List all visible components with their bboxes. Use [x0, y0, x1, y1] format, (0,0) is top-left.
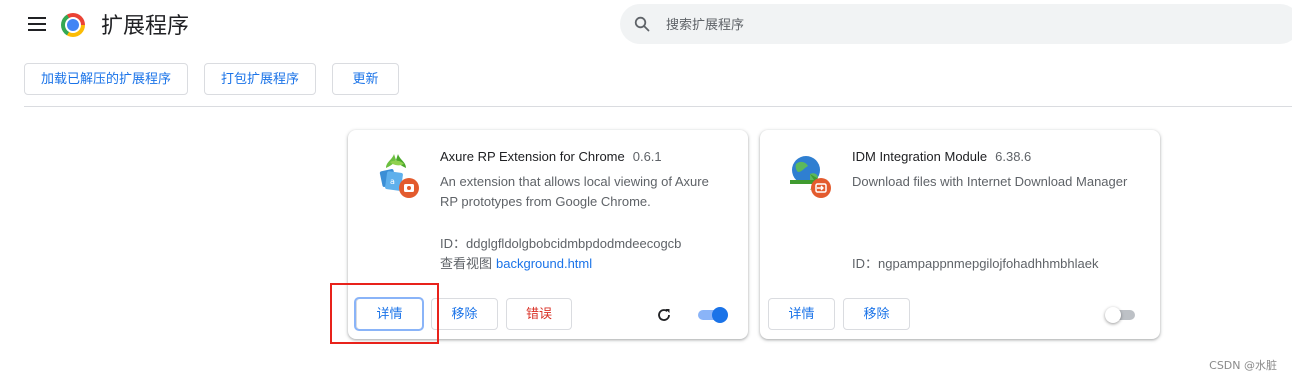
extension-id-value: ngpampappnmepgilojfohadhhmbhlaek: [878, 256, 1099, 271]
update-button[interactable]: 更新: [332, 63, 399, 95]
extension-card-idm: IDM Integration Module 6.38.6 Download fi…: [760, 130, 1160, 339]
axure-extension-icon: a: [379, 154, 419, 198]
pack-extension-button[interactable]: 打包扩展程序: [204, 63, 316, 95]
details-button[interactable]: 详情: [356, 298, 423, 330]
search-input[interactable]: [666, 4, 1266, 44]
reload-icon[interactable]: [655, 306, 673, 324]
inspect-views: 查看视图 background.html: [440, 254, 592, 274]
svg-text:a: a: [390, 177, 395, 186]
extension-enable-toggle[interactable]: [1105, 307, 1137, 323]
remove-button[interactable]: 移除: [843, 298, 910, 330]
extension-name: IDM Integration Module 6.38.6: [852, 149, 1031, 165]
load-unpacked-button[interactable]: 加载已解压的扩展程序: [24, 63, 188, 95]
inspect-views-label: 查看视图: [440, 256, 493, 271]
extension-description: An extension that allows local viewing o…: [440, 174, 709, 209]
watermark: CSDN @水脏: [1209, 359, 1277, 372]
page-title: 扩展程序: [101, 13, 190, 38]
extension-description: Download files with Internet Download Ma…: [852, 174, 1128, 189]
search-bar[interactable]: [620, 4, 1292, 44]
extension-id-value: ddglgfldolgbobcidmbpdodmdeecogcb: [466, 236, 682, 251]
extension-id: ID：ddglgfldolgbobcidmbpdodmdeecogcb: [440, 234, 681, 254]
background-page-link[interactable]: background.html: [496, 256, 592, 271]
extension-id-label: ID：: [440, 236, 467, 251]
extension-id: ID：ngpampappnmepgilojfohadhhmbhlaek: [852, 254, 1098, 274]
details-button[interactable]: 详情: [768, 298, 835, 330]
extension-card-axure: a Axure RP Extension for Chrome 0.6.1 An …: [348, 130, 748, 339]
search-icon: [634, 16, 650, 32]
chrome-logo-icon: [61, 13, 85, 37]
extension-name: Axure RP Extension for Chrome 0.6.1: [440, 149, 662, 165]
toolbar-divider: [24, 106, 1292, 107]
idm-extension-icon: [790, 156, 831, 198]
extension-version: 6.38.6: [995, 149, 1032, 164]
extension-version: 0.6.1: [632, 149, 662, 164]
errors-button[interactable]: 错误: [506, 298, 572, 330]
extension-id-label: ID：: [852, 256, 879, 271]
extension-name-text: Axure RP Extension for Chrome: [440, 149, 625, 164]
extension-name-text: IDM Integration Module: [852, 149, 988, 164]
remove-button[interactable]: 移除: [431, 298, 498, 330]
extension-enable-toggle[interactable]: [696, 307, 728, 323]
menu-icon[interactable]: [28, 17, 46, 31]
